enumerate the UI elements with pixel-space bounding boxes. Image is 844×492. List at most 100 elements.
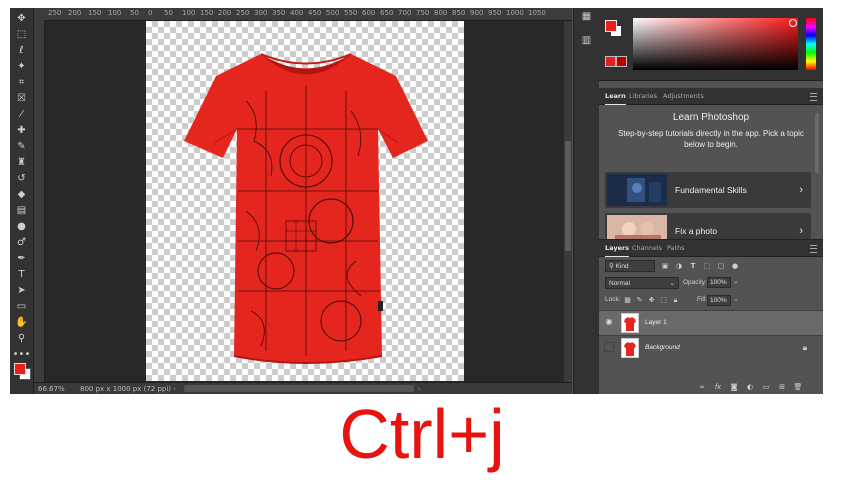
learn-title: Learn Photoshop	[672, 112, 750, 123]
adjustment-layer-icon[interactable]: ◐	[745, 382, 755, 392]
new-layer-icon[interactable]: ⊞	[777, 382, 787, 392]
clone-stamp-icon[interactable]: ♜	[13, 156, 30, 170]
layer-row-layer-1[interactable]: ◉ Layer 1	[599, 310, 823, 335]
lasso-tool-icon[interactable]: ℓ	[13, 44, 30, 58]
panel-menu-icon[interactable]	[810, 93, 817, 101]
tab-libraries[interactable]: Libraries	[629, 88, 657, 104]
history-brush-icon[interactable]: ↺	[13, 172, 30, 186]
tab-adjustments[interactable]: Adjustments	[663, 88, 704, 104]
color-foreground-swatch[interactable]	[605, 20, 617, 32]
fill-dropdown-icon[interactable]: ⌄	[732, 295, 740, 306]
eraser-tool-icon[interactable]: ◆	[13, 188, 30, 202]
learn-scrollbar[interactable]	[815, 113, 819, 173]
brush-tool-icon[interactable]: ✎	[13, 140, 30, 154]
learn-card-fundamental-skills[interactable]: Fundamental Skills ›	[605, 172, 811, 208]
history-panel-icon[interactable]: ▦	[579, 11, 594, 25]
hand-tool-icon[interactable]: ✋	[13, 316, 30, 330]
ruler-tick: 250	[48, 9, 62, 17]
tab-channels[interactable]: Channels	[632, 240, 662, 256]
pen-tool-icon[interactable]: ✒	[13, 252, 30, 266]
ruler-tick: 200	[218, 9, 232, 17]
move-tool-icon[interactable]: ✥	[13, 12, 30, 26]
learn-card-fix-a-photo[interactable]: Fix a photo ›	[605, 213, 811, 239]
fill-input[interactable]: 100%	[707, 295, 731, 306]
lock-position-icon[interactable]: ✥	[647, 295, 656, 305]
dodge-tool-icon[interactable]: ♂	[13, 236, 30, 250]
fx-icon[interactable]: fx	[713, 382, 723, 392]
tab-paths[interactable]: Paths	[667, 240, 685, 256]
chevron-down-icon: ⌄	[669, 280, 675, 287]
lock-all-icon[interactable]: 🔒︎	[671, 295, 680, 305]
lock-transparent-pixels-icon[interactable]: ▦	[623, 295, 632, 305]
tab-learn[interactable]: Learn	[605, 88, 626, 105]
blur-tool-icon[interactable]: ●	[13, 220, 30, 234]
card-label: Fundamental Skills	[675, 185, 747, 195]
properties-panel-icon[interactable]: ▥	[579, 35, 594, 49]
fill-label: Fill:	[697, 296, 708, 303]
delete-layer-icon[interactable]: 🗑︎	[793, 382, 803, 392]
ruler-tick: 950	[488, 9, 502, 17]
ruler-tick: 0	[148, 9, 153, 17]
zoom-tool-icon[interactable]: ⚲	[13, 332, 30, 346]
color-picker-ring[interactable]	[789, 19, 797, 27]
ruler-tick: 500	[326, 9, 340, 17]
layer-row-background[interactable]: Background 🔒︎	[599, 335, 823, 360]
more-tools-icon[interactable]: •••	[13, 348, 31, 362]
type-filter-icon[interactable]: T	[688, 261, 698, 271]
link-layers-icon[interactable]: ∞	[697, 382, 707, 392]
marquee-tool-icon[interactable]: ⬚	[13, 28, 30, 42]
photoshop-window: ✥ ⬚ ℓ ✦ ⌗ ☒ ⁄ ✚ ✎ ♜ ↺ ◆ ▤ ● ♂ ✒ T ➤ ▭ ✋ …	[10, 8, 823, 394]
ruler-tick: 50	[130, 9, 139, 17]
color-panel	[599, 8, 823, 81]
pixel-filter-icon[interactable]: ▣	[660, 261, 670, 271]
path-selection-icon[interactable]: ➤	[13, 284, 30, 298]
adjustment-filter-icon[interactable]: ◑	[674, 261, 684, 271]
eye-icon[interactable]: ◉	[604, 317, 614, 327]
hue-slider[interactable]	[806, 18, 816, 70]
layer-filter-row: ⚲ Kind ▣ ◑ T ⬚ ▢ ●	[605, 260, 815, 274]
smart-object-filter-icon[interactable]: ▢	[716, 261, 726, 271]
ruler-tick: 1000	[506, 9, 524, 17]
horizontal-scroll-thumb[interactable]	[184, 385, 414, 392]
lock-icon[interactable]: 🔒︎	[803, 343, 807, 353]
horizontal-ruler: 250 200 150 100 50 0 50 100 150 200 250 …	[34, 8, 572, 21]
add-mask-icon[interactable]: ◙	[729, 382, 739, 392]
opacity-dropdown-icon[interactable]: ⌄	[732, 277, 740, 288]
vertical-scrollbar[interactable]	[564, 21, 572, 382]
crop-tool-icon[interactable]: ⌗	[13, 76, 30, 90]
type-tool-icon[interactable]: T	[13, 268, 30, 282]
ruler-tick: 650	[380, 9, 394, 17]
ruler-tick: 300	[254, 9, 268, 17]
frame-tool-icon[interactable]: ☒	[13, 92, 30, 106]
vertical-scroll-thumb[interactable]	[565, 141, 571, 251]
layer-kind-filter[interactable]: ⚲ Kind	[605, 260, 655, 272]
healing-brush-icon[interactable]: ✚	[13, 124, 30, 138]
kind-label: Kind	[615, 263, 629, 270]
out-of-gamut-swatch[interactable]	[605, 56, 616, 67]
layer-name[interactable]: Background	[645, 336, 680, 360]
opacity-input[interactable]: 100%	[707, 277, 731, 288]
rectangle-tool-icon[interactable]: ▭	[13, 300, 30, 314]
gradient-tool-icon[interactable]: ▤	[13, 204, 30, 218]
magic-wand-icon[interactable]: ✦	[13, 60, 30, 74]
foreground-color-swatch[interactable]	[14, 363, 26, 375]
lock-image-pixels-icon[interactable]: ✎	[635, 295, 644, 305]
layer-name[interactable]: Layer 1	[645, 311, 667, 335]
filter-toggle-icon[interactable]: ●	[730, 261, 740, 271]
fundamental-skills-thumbnail	[607, 174, 667, 206]
eyedropper-icon[interactable]: ⁄	[13, 108, 30, 122]
shape-filter-icon[interactable]: ⬚	[702, 261, 712, 271]
tools-panel: ✥ ⬚ ℓ ✦ ⌗ ☒ ⁄ ✚ ✎ ♜ ↺ ◆ ▤ ● ♂ ✒ T ➤ ▭ ✋ …	[10, 8, 34, 394]
visibility-toggle[interactable]	[604, 342, 614, 352]
lock-artboard-icon[interactable]: ⬚	[659, 295, 668, 305]
layers-menu-icon[interactable]	[810, 245, 817, 253]
tab-layers[interactable]: Layers	[605, 240, 630, 257]
ruler-tick: 150	[88, 9, 102, 17]
blend-mode-select[interactable]: Normal ⌄	[605, 277, 679, 289]
new-group-icon[interactable]: ▭	[761, 382, 771, 392]
ruler-tick: 50	[164, 9, 173, 17]
ruler-tick: 550	[344, 9, 358, 17]
color-picker-field[interactable]	[633, 18, 798, 70]
web-safe-swatch[interactable]	[616, 56, 627, 67]
image-canvas[interactable]	[146, 21, 464, 381]
